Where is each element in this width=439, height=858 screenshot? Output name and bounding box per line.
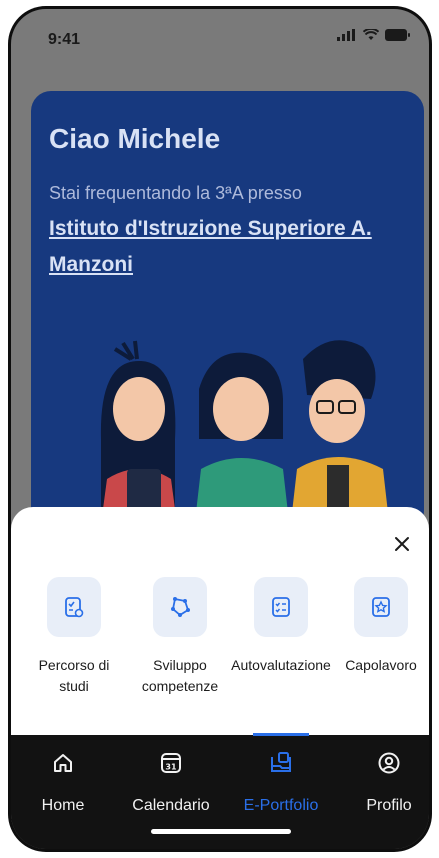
action-tile[interactable] — [47, 577, 101, 637]
tab-label: E-Portfolio — [243, 797, 319, 814]
status-bar: 9:41 — [11, 9, 429, 71]
portfolio-icon — [271, 752, 291, 772]
tab-label: Profilo — [366, 797, 412, 814]
calendar-badge: 31 — [165, 763, 177, 772]
action-tile[interactable] — [153, 577, 207, 637]
action-autovalutazione[interactable]: Autovalutazione — [229, 577, 333, 676]
status-time: 9:41 — [48, 31, 81, 48]
greeting-title: Ciao Michele — [49, 123, 221, 154]
school-link[interactable]: Istituto d'Istruzione Superiore A. Manzo… — [49, 211, 389, 283]
action-label: Sviluppo competenze — [141, 657, 219, 694]
battery-icon — [385, 29, 410, 41]
checklist-icon — [272, 597, 290, 617]
action-label: Percorso di studi — [38, 657, 110, 694]
calendar-icon: 31 — [161, 753, 181, 773]
route-icon — [65, 597, 84, 618]
home-indicator[interactable] — [151, 829, 291, 834]
action-tile[interactable] — [354, 577, 408, 637]
action-percorso-studi[interactable]: Percorso di studi — [22, 577, 126, 697]
action-label: Autovalutazione — [231, 657, 331, 673]
status-icons — [337, 29, 411, 41]
phone-frame: 9:41 Ciao Michele Stai frequentando la 3… — [8, 6, 432, 852]
skills-icon — [171, 597, 190, 617]
profile-icon — [378, 752, 400, 774]
active-tab-indicator — [253, 733, 309, 736]
students-illustration — [100, 340, 391, 531]
signal-icon — [337, 29, 355, 41]
tab-calendario[interactable]: 31 Calendario — [119, 735, 223, 835]
tab-label: Home — [41, 797, 85, 814]
home-icon — [54, 754, 72, 772]
eportfolio-sheet: Percorso di studi Sviluppo competenze Au… — [11, 507, 429, 737]
tab-label: Calendario — [132, 797, 210, 814]
close-icon[interactable] — [391, 533, 413, 555]
tab-e-portfolio[interactable]: E-Portfolio — [229, 733, 333, 835]
enrollment-subtitle: Stai frequentando la 3ªA presso — [49, 183, 302, 203]
tab-home[interactable]: Home — [11, 735, 115, 835]
action-label: Capolavoro — [345, 657, 417, 673]
screen: 9:41 Ciao Michele Stai frequentando la 3… — [11, 9, 429, 849]
action-sviluppo-competenze[interactable]: Sviluppo competenze — [128, 577, 232, 697]
welcome-card: Ciao Michele Stai frequentando la 3ªA pr… — [31, 91, 424, 531]
action-tile[interactable] — [254, 577, 308, 637]
star-icon — [372, 597, 390, 617]
action-capolavoro[interactable]: Capolavoro — [329, 577, 429, 676]
wifi-icon — [363, 29, 379, 40]
tab-profilo[interactable]: Profilo — [337, 735, 429, 835]
